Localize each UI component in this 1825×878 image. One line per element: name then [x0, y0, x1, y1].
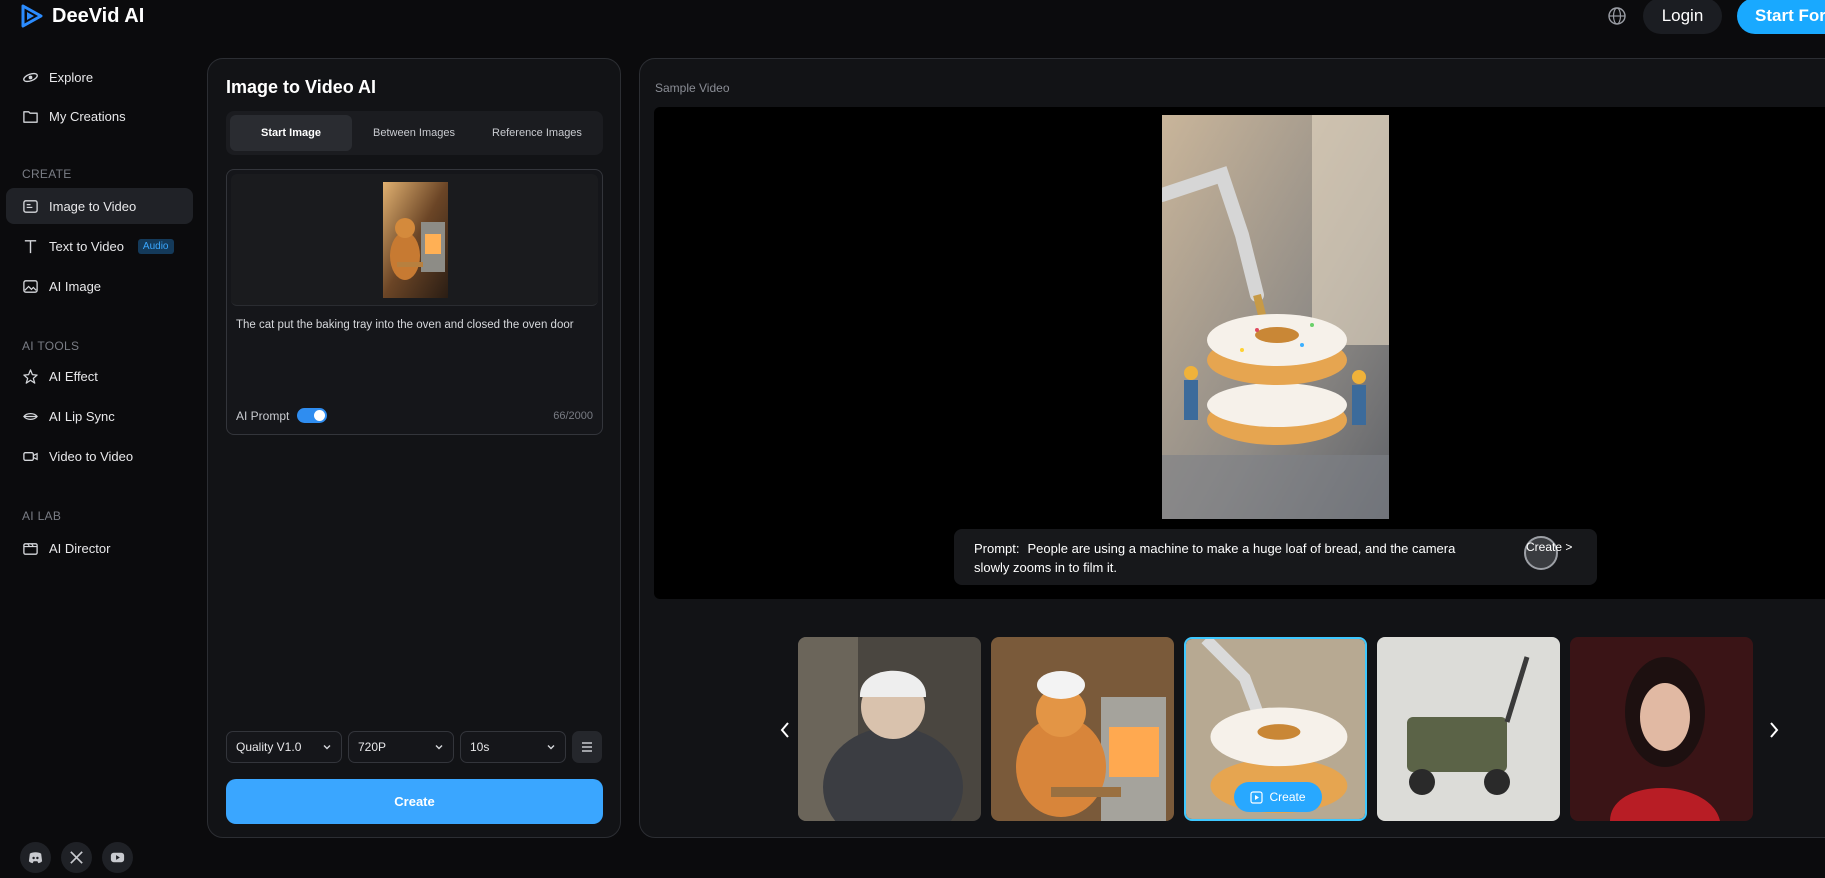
prompt-box: The cat put the baking tray into the ove… — [226, 169, 603, 435]
start-free-button[interactable]: Start For — [1737, 0, 1825, 34]
resolution-value: 720P — [358, 740, 387, 754]
tab-between-images[interactable]: Between Images — [353, 115, 475, 151]
thumbnail-create-button[interactable]: Create — [1234, 782, 1322, 812]
sample-thumbnail[interactable] — [1377, 637, 1560, 821]
mode-tabs: Start Image Between Images Reference Ima… — [226, 111, 603, 155]
language-globe-icon[interactable] — [1607, 6, 1627, 26]
chevron-left-icon[interactable] — [778, 719, 792, 741]
sample-thumbnail[interactable] — [1570, 637, 1753, 821]
uploaded-cat-image — [383, 182, 448, 298]
sample-thumbnail[interactable] — [991, 637, 1174, 821]
app-name: DeeVid AI — [52, 4, 145, 27]
sample-video-frame — [1162, 115, 1389, 519]
ai-lab-section-label: AI LAB — [22, 509, 62, 523]
ai-prompt-toggle[interactable] — [297, 408, 328, 423]
ai-prompt-toggle-row: AI Prompt — [236, 408, 328, 423]
login-button[interactable]: Login — [1643, 0, 1722, 34]
duration-value: 10s — [470, 740, 490, 754]
list-icon — [582, 742, 592, 752]
image-to-video-panel: Image to Video AI Start Image Between Im… — [207, 58, 621, 838]
discord-link[interactable] — [20, 842, 51, 873]
more-options-button[interactable] — [572, 731, 602, 763]
sidebar-item-ai-director[interactable]: AI Director — [6, 530, 193, 566]
create-button[interactable]: Create — [226, 779, 603, 824]
app-logo[interactable]: DeeVid AI — [20, 4, 144, 28]
tab-start-image[interactable]: Start Image — [230, 115, 352, 151]
play-square-icon — [1250, 790, 1264, 804]
lips-icon — [23, 412, 38, 420]
chevron-down-icon — [547, 745, 555, 750]
use-prompt-create-button[interactable]: Create > — [1524, 536, 1573, 570]
youtube-icon — [110, 852, 125, 863]
sidebar-item-label: Image to Video — [49, 198, 137, 214]
audio-badge: Audio — [137, 238, 174, 254]
create-section-label: CREATE — [22, 167, 72, 181]
quality-select[interactable]: Quality V1.0 — [226, 731, 342, 763]
ai-prompt-label: AI Prompt — [236, 408, 290, 423]
sample-carousel: Create — [640, 637, 1825, 823]
sidebar: Explore My Creations CREATE Image to Vid… — [0, 50, 200, 878]
sample-thumbnail[interactable] — [798, 637, 981, 821]
sidebar-item-video-to-video[interactable]: Video to Video — [6, 438, 193, 474]
ai-tools-section-label: AI TOOLS — [22, 339, 80, 353]
folder-icon — [23, 110, 38, 123]
elderly-woman-image — [798, 637, 981, 821]
sample-prompt: Prompt: People are using a machine to mak… — [974, 539, 1474, 577]
star-icon — [23, 368, 38, 384]
sidebar-item-label: AI Image — [49, 278, 102, 294]
start-image-upload[interactable] — [231, 174, 598, 306]
sidebar-item-label: Explore — [49, 69, 94, 85]
social-links — [20, 842, 133, 873]
resolution-select[interactable]: 720P — [348, 731, 454, 763]
sidebar-item-text-to-video[interactable]: Text to Video Audio — [6, 228, 193, 264]
sidebar-item-label: AI Effect — [49, 368, 98, 384]
sample-video-label: Sample Video — [655, 81, 730, 95]
sidebar-item-label: My Creations — [49, 108, 126, 124]
top-bar: DeeVid AI Login Start For — [0, 0, 1825, 36]
use-prompt-create-label: Create > — [1526, 540, 1573, 554]
prompt-textarea[interactable]: The cat put the baking tray into the ove… — [236, 316, 596, 334]
text-icon — [24, 239, 37, 253]
video-player[interactable]: Prompt: People are using a machine to mak… — [654, 107, 1825, 599]
prompt-text: People are using a machine to make a hug… — [974, 541, 1456, 575]
logo-icon — [21, 4, 43, 28]
sample-prompt-bar: Prompt: People are using a machine to mak… — [954, 529, 1597, 585]
quality-value: Quality V1.0 — [236, 740, 302, 754]
sidebar-item-label: Text to Video — [49, 238, 124, 254]
chevron-down-icon — [323, 745, 331, 750]
sidebar-item-explore[interactable]: Explore — [6, 59, 193, 95]
sidebar-item-my-creations[interactable]: My Creations — [6, 98, 193, 134]
sidebar-item-image-to-video[interactable]: Image to Video — [6, 188, 193, 224]
image-video-icon — [23, 199, 38, 213]
sample-thumbnail-selected[interactable]: Create — [1184, 637, 1367, 821]
sidebar-item-ai-lip-sync[interactable]: AI Lip Sync — [6, 398, 193, 434]
chevron-right-icon[interactable] — [1767, 719, 1781, 741]
prompt-label: Prompt: — [974, 541, 1020, 556]
chevron-down-icon — [435, 745, 443, 750]
sidebar-item-ai-effect[interactable]: AI Effect — [6, 358, 193, 394]
director-icon — [23, 542, 38, 555]
video-camera-icon — [23, 451, 38, 461]
explore-icon — [23, 72, 38, 82]
x-link[interactable] — [61, 842, 92, 873]
image-icon — [23, 279, 38, 293]
duration-select[interactable]: 10s — [460, 731, 566, 763]
panel-title: Image to Video AI — [226, 77, 377, 97]
tab-reference-images[interactable]: Reference Images — [476, 115, 598, 151]
thumbnail-create-label: Create — [1269, 790, 1306, 804]
char-counter: 66/2000 — [553, 410, 593, 422]
sidebar-item-label: Video to Video — [49, 448, 134, 464]
sidebar-item-label: AI Lip Sync — [49, 408, 115, 424]
cat-baker-image — [991, 637, 1174, 821]
youtube-link[interactable] — [102, 842, 133, 873]
sidebar-item-label: AI Director — [49, 540, 111, 556]
discord-icon — [28, 852, 43, 864]
sample-video-panel: Sample Video Prompt: People are using a m… — [639, 58, 1825, 838]
woman-portrait-image — [1570, 637, 1753, 821]
wagon-image — [1377, 637, 1560, 821]
generation-options: Quality V1.0 720P 10s — [226, 731, 602, 763]
sidebar-item-ai-image[interactable]: AI Image — [6, 268, 193, 304]
x-icon — [70, 851, 83, 864]
